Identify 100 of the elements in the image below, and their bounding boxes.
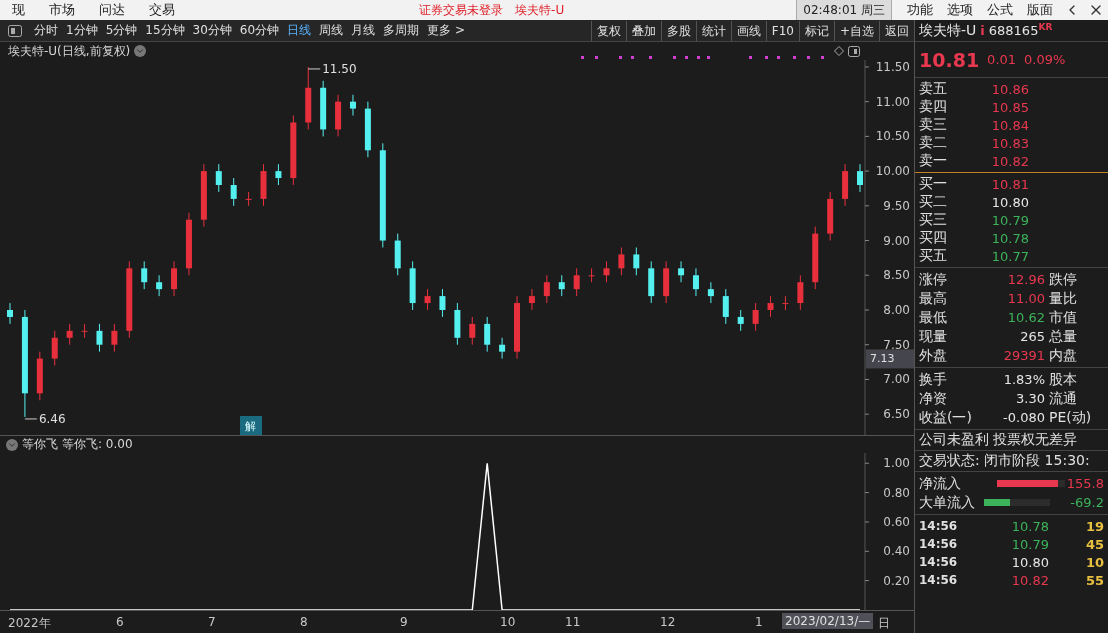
order-level-label: 卖一 — [919, 152, 948, 170]
candlestick — [215, 163, 222, 193]
candlestick — [857, 163, 863, 193]
candlestick — [663, 260, 670, 304]
order-price: 10.79 — [990, 212, 1029, 228]
flow-value: 155.8 — [1065, 476, 1104, 491]
candlestick — [66, 323, 73, 346]
trade-price: 10.78 — [1010, 518, 1049, 534]
menu-item[interactable]: 公式 — [980, 1, 1020, 19]
menu-item[interactable]: 功能 — [900, 1, 940, 19]
candlestick — [648, 260, 655, 304]
time-axis-label: 12 — [660, 615, 676, 629]
candlestick — [81, 323, 88, 339]
stock-name: 埃夫特-U — [919, 22, 977, 41]
period-tab[interactable]: 周线 — [315, 22, 348, 39]
candlestick — [424, 288, 431, 311]
order-price: 10.77 — [990, 248, 1029, 264]
candlestick — [290, 115, 297, 186]
period-tab[interactable]: 1分钟 — [62, 22, 102, 39]
candlestick — [528, 288, 535, 311]
period-tab[interactable]: 多周期 — [379, 22, 424, 39]
candlestick — [812, 226, 819, 290]
stat-value: 265 — [1019, 329, 1045, 344]
trade-price: 10.82 — [1010, 572, 1049, 588]
period-tab[interactable]: 分时 — [30, 22, 62, 39]
menu-item[interactable]: 市场 — [37, 1, 87, 19]
stat-label: 最高 — [919, 289, 948, 308]
time-axis-label: 11 — [565, 615, 581, 629]
stat-label: 总量 — [1049, 327, 1077, 346]
order-level-label: 买一 — [919, 175, 948, 193]
toolbar-button[interactable]: 复权 — [590, 20, 626, 41]
period-tab[interactable]: 60分钟 — [235, 22, 284, 39]
dropdown-icon[interactable] — [134, 45, 147, 57]
signal-marker-label: 解 — [245, 420, 256, 433]
candlestick — [499, 337, 506, 360]
period-tab[interactable]: 30分钟 — [188, 22, 236, 39]
toolbar-button[interactable]: 多股 — [660, 20, 696, 41]
stat-value: 10.62 — [1006, 310, 1045, 325]
order-level-label: 买五 — [919, 247, 948, 265]
dropdown-icon[interactable] — [6, 438, 18, 451]
candlestick — [350, 94, 356, 117]
order-price: 10.84 — [990, 117, 1029, 133]
toolbar-button[interactable]: 画线 — [730, 20, 766, 41]
axis-label: 6.50 — [883, 407, 910, 422]
toolbar-button[interactable]: F10 — [765, 20, 799, 41]
stat-value: -0.080 — [1002, 410, 1045, 425]
period-tab[interactable]: 5分钟 — [101, 22, 142, 39]
menu-item[interactable]: 问达 — [87, 1, 137, 19]
period-tab[interactable]: 月线 — [347, 22, 380, 39]
high-price-label: 11.50 — [322, 61, 357, 76]
toolbar-button[interactable]: 叠加 — [625, 20, 661, 41]
period-label: 日 — [878, 615, 890, 632]
toolbar-button[interactable]: 标记 — [798, 20, 834, 41]
candlestick — [737, 309, 744, 332]
period-tab[interactable]: 日线 — [283, 22, 316, 39]
menu-item[interactable]: 选项 — [940, 1, 980, 19]
candlestick — [439, 288, 446, 318]
candlestick — [484, 316, 491, 353]
panel-toggle-icon[interactable] — [848, 45, 860, 57]
stat-value: 3.30 — [1015, 391, 1045, 406]
info-flag[interactable]: i — [980, 23, 985, 39]
axis-label: 8.50 — [883, 268, 910, 283]
panel-toggle-icon[interactable] — [8, 24, 22, 37]
stat-label: 收益(一) — [919, 408, 973, 427]
low-price-label: 6.46 — [38, 411, 66, 426]
candlestick — [141, 260, 148, 290]
candlestick — [185, 212, 192, 276]
candlestick — [827, 191, 834, 242]
toolbar-button[interactable]: +自选 — [833, 20, 879, 41]
more-menu[interactable]: 更多 > — [423, 22, 469, 39]
period-tab[interactable]: 15分钟 — [141, 22, 189, 39]
diamond-icon[interactable] — [834, 46, 844, 56]
candlestick — [7, 302, 13, 325]
status-note: 交易状态: 闭市阶段 15:30: — [915, 451, 1108, 472]
trade-time: 14:56 — [919, 519, 959, 533]
time-axis-label: 10 — [500, 615, 516, 629]
candlestick — [752, 302, 759, 332]
candlestick — [364, 101, 371, 158]
stat-value: 12.96 — [1006, 272, 1045, 287]
stat-label: 外盘 — [919, 346, 948, 365]
menu-item[interactable]: 版面 — [1020, 1, 1060, 19]
axis-label: 7.00 — [883, 372, 910, 387]
order-level-label: 卖三 — [919, 116, 948, 134]
flow-label: 净流入 — [919, 474, 962, 493]
candlestick — [36, 351, 43, 401]
candlestick — [722, 288, 729, 325]
candlestick — [111, 323, 118, 353]
toolbar-button[interactable]: 统计 — [695, 20, 731, 41]
menu-item[interactable]: 现 — [0, 1, 37, 19]
order-price: 10.80 — [990, 194, 1029, 210]
chart-title: 埃夫特-U(日线,前复权) — [8, 42, 131, 60]
indicator-reading: 等你飞: 0.00 — [62, 436, 133, 453]
candlestick — [200, 163, 207, 228]
toolbar-button[interactable]: 返回 — [879, 20, 914, 41]
candlestick — [275, 163, 282, 186]
candlestick — [767, 295, 774, 318]
order-level-label: 买三 — [919, 211, 948, 229]
clock: 02:48:01 周三 — [796, 0, 892, 20]
stat-value: 11.00 — [1006, 291, 1045, 306]
menu-item[interactable]: 交易 — [137, 1, 187, 19]
